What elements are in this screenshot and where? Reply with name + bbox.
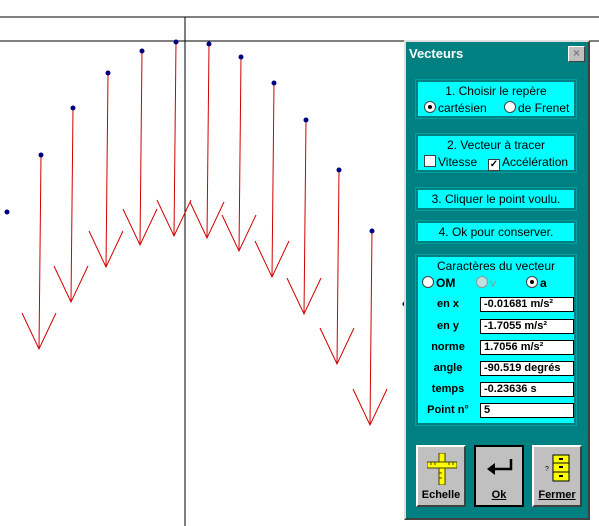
fermer-button[interactable]: ? Fermer (532, 445, 582, 507)
field-label-y: en y (436, 320, 459, 332)
acceleration-vector (139, 50, 143, 246)
radio-cartesian-label: cartésien (438, 101, 487, 115)
field-value-angle: -90.519 degrés (480, 361, 574, 376)
acceleration-vector (38, 154, 42, 350)
acceleration-vector (369, 230, 373, 426)
field-label-angle: angle (433, 362, 463, 374)
checkbox-vitesse-icon (424, 155, 436, 167)
checkbox-acceleration-icon: ✓ (488, 159, 500, 171)
field-label-time: temps (431, 383, 465, 395)
trajectory-point[interactable] (238, 54, 244, 60)
ok-hint-label: 4. Ok pour conserver. (438, 225, 554, 239)
click-point-label: 3. Cliquer le point voulu. (431, 192, 561, 206)
trajectory-point[interactable] (336, 167, 342, 173)
trajectory-point[interactable] (70, 105, 76, 111)
radio-om-icon (422, 276, 434, 288)
enter-arrow-icon (487, 459, 513, 475)
title-bar: Vecteurs × (406, 42, 588, 66)
svg-text:?: ? (545, 466, 549, 473)
acceleration-vector (105, 72, 109, 268)
radio-v-icon (476, 276, 488, 288)
acceleration-vector (303, 119, 307, 315)
click-point-box: 3. Cliquer le point voulu. (416, 188, 576, 210)
vector-type-group: 2. Vecteur à tracer Vitesse ✓ Accélératio… (416, 134, 576, 172)
radio-a-icon (526, 276, 538, 288)
checkbox-acceleration-label: Accélération (502, 155, 569, 169)
trajectory-point[interactable] (271, 80, 277, 86)
radio-cartesian[interactable]: cartésien (424, 101, 487, 115)
ok-label: Ok (491, 489, 507, 501)
checkbox-vitesse[interactable]: Vitesse (424, 155, 477, 169)
radio-a[interactable]: a (526, 276, 547, 290)
radio-frenet[interactable]: de Frenet (504, 101, 569, 115)
trajectory-point[interactable] (139, 48, 145, 54)
acceleration-vector (238, 56, 242, 252)
field-label-norm: norme (431, 341, 465, 353)
cabinet-icon: ? (545, 454, 570, 482)
ok-button[interactable]: Ok (474, 445, 524, 507)
field-value-y: -1.7055 m/s² (480, 319, 574, 334)
vectors-panel: Vecteurs × 1. Choisir le repère cartésie… (404, 40, 590, 520)
field-value-point[interactable]: 5 (480, 403, 574, 418)
field-value-norm: 1.7056 m/s² (480, 340, 574, 355)
ruler-icon (427, 453, 457, 485)
acceleration-vector (173, 41, 177, 237)
characteristics-heading: Caractères du vecteur (436, 259, 556, 273)
field-label-x: en x (436, 298, 459, 310)
fermer-label: Fermer (538, 489, 576, 501)
echelle-button[interactable]: Echelle (416, 445, 466, 507)
trajectory-point[interactable] (4, 209, 10, 215)
echelle-label: Echelle (421, 489, 461, 501)
trajectory-point[interactable] (105, 70, 111, 76)
trajectory-point[interactable] (206, 41, 212, 47)
acceleration-vector (70, 107, 74, 303)
radio-cartesian-icon (424, 101, 436, 113)
vector-type-heading: 2. Vecteur à tracer (446, 138, 546, 152)
radio-frenet-icon (504, 101, 516, 113)
radio-v[interactable]: v (476, 276, 496, 290)
field-label-point: Point n° (427, 404, 469, 416)
trajectory-point[interactable] (369, 228, 375, 234)
trajectory-point[interactable] (303, 117, 309, 123)
choose-frame-heading: 1. Choisir le repère (445, 84, 547, 98)
trajectory-point[interactable] (38, 152, 44, 158)
checkbox-vitesse-label: Vitesse (438, 155, 478, 169)
checkbox-acceleration[interactable]: ✓ Accélération (488, 155, 568, 171)
acceleration-vector (271, 82, 275, 278)
field-value-time: -0.23636 s (480, 382, 574, 397)
radio-om[interactable]: OM (422, 276, 455, 290)
field-value-x: -0.01681 m/s² (480, 297, 574, 312)
acceleration-vector (336, 169, 340, 365)
close-button[interactable]: × (568, 46, 585, 62)
acceleration-vector (206, 43, 210, 239)
ok-hint-box: 4. Ok pour conserver. (416, 221, 576, 243)
choose-frame-group: 1. Choisir le repère cartésien de Frenet (416, 80, 576, 118)
panel-title: Vecteurs (409, 46, 464, 61)
radio-om-label: OM (436, 276, 456, 290)
radio-frenet-label: de Frenet (518, 101, 570, 115)
radio-a-label: a (540, 276, 547, 290)
vector-characteristics-group: Caractères du vecteur OM v a en x -0.016… (416, 255, 576, 425)
trajectory-point[interactable] (173, 39, 179, 45)
radio-v-label: v (490, 276, 496, 290)
